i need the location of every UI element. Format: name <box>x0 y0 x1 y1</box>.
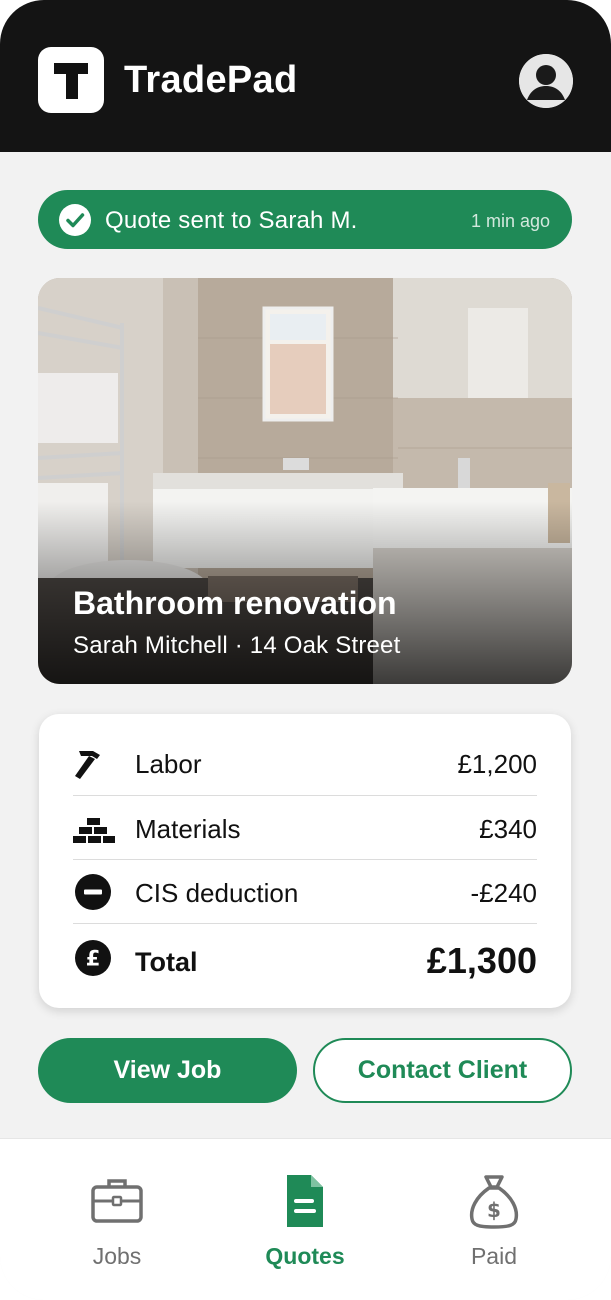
line-item-cis-deduction: CIS deduction -£240 <box>73 860 537 924</box>
total-label: Total <box>135 947 198 977</box>
line-item-materials: Materials £340 <box>73 796 537 860</box>
quote-sent-toast: Quote sent to Sarah M. 1 min ago <box>38 190 572 249</box>
svg-text:£: £ <box>86 947 101 971</box>
nav-item-jobs[interactable]: Jobs <box>37 1139 197 1279</box>
nav-label: Jobs <box>92 1243 142 1269</box>
total-row: £ Total £1,300 <box>73 926 537 990</box>
line-item-amount: £340 <box>479 814 537 844</box>
nav-label: Quotes <box>265 1243 345 1269</box>
app-screen: TradePad Quote sent to Sarah M. 1 min ag… <box>0 0 611 1300</box>
toast-message: Quote sent to Sarah M. <box>105 207 358 234</box>
bottom-nav: Jobs Quotes $ Paid <box>0 1138 611 1300</box>
money-bag-icon: $ <box>469 1175 519 1229</box>
bathroom-photo <box>38 278 572 684</box>
toast-timestamp: 1 min ago <box>470 211 550 231</box>
svg-text:$: $ <box>487 1198 501 1222</box>
app-title: TradePad <box>124 59 298 101</box>
job-client-address: Sarah Mitchell · 14 Oak Street <box>73 632 401 659</box>
line-item-labor: Labor £1,200 <box>73 731 537 795</box>
pound-circle-icon: £ <box>75 940 111 976</box>
line-item-label: CIS deduction <box>135 878 299 908</box>
app-logo-icon <box>38 47 104 113</box>
total-amount: £1,300 <box>426 940 537 981</box>
line-item-amount: £1,200 <box>457 749 537 779</box>
nav-item-paid[interactable]: $ Paid <box>414 1139 574 1279</box>
hammer-icon <box>75 751 100 779</box>
minus-circle-icon <box>75 874 111 910</box>
quote-breakdown-card: Labor £1,200 Materials £340 CIS deductio… <box>39 714 571 1008</box>
contact-client-button[interactable]: Contact Client <box>313 1038 572 1103</box>
divider <box>73 923 537 924</box>
line-item-label: Labor <box>135 749 202 779</box>
line-item-label: Materials <box>135 814 241 844</box>
view-job-button[interactable]: View Job <box>38 1038 297 1103</box>
bricks-icon <box>73 818 115 843</box>
nav-item-quotes[interactable]: Quotes <box>225 1139 385 1279</box>
app-header: TradePad <box>0 0 611 152</box>
check-circle-icon <box>59 204 91 236</box>
line-item-amount: -£240 <box>470 878 538 908</box>
nav-label: Paid <box>470 1243 518 1269</box>
job-title: Bathroom renovation <box>73 585 397 621</box>
briefcase-icon <box>91 1179 143 1223</box>
job-photo-card[interactable]: Bathroom renovation Sarah Mitchell · 14 … <box>38 278 572 684</box>
profile-avatar-icon[interactable] <box>519 54 573 108</box>
document-icon <box>287 1175 323 1227</box>
